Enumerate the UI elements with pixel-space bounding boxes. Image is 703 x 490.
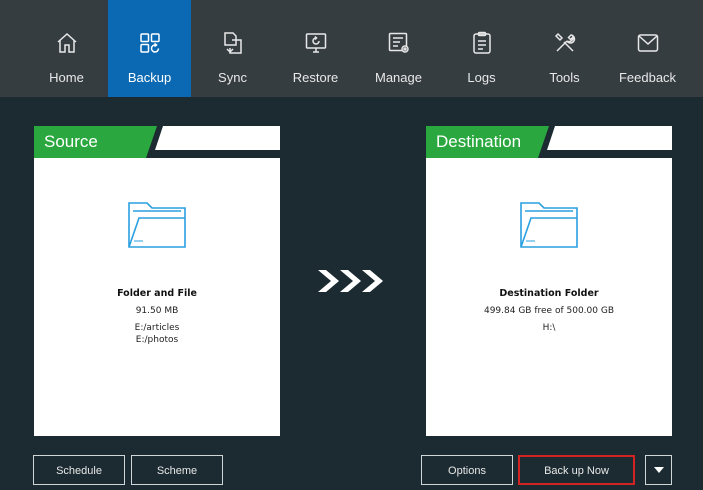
source-path: E:/articles: [134, 323, 180, 333]
backup-dropdown-button[interactable]: [645, 455, 672, 485]
tools-icon: [554, 32, 575, 52]
nav-sync-label: Sync: [218, 70, 247, 85]
schedule-button[interactable]: Schedule: [33, 455, 125, 485]
nav-manage-label: Manage: [375, 70, 422, 85]
folder-icon: [128, 202, 186, 248]
nav-restore[interactable]: Restore: [274, 0, 357, 97]
nav-logs-label: Logs: [467, 70, 496, 85]
logs-icon: [472, 31, 491, 54]
home-icon: [57, 32, 76, 53]
arrow-right-icon: [318, 270, 383, 292]
nav-feedback[interactable]: Feedback: [606, 0, 689, 97]
source-header: Source: [34, 126, 280, 158]
nav-sync[interactable]: Sync: [191, 0, 274, 97]
nav-manage[interactable]: Manage: [357, 0, 440, 97]
scheme-button[interactable]: Scheme: [131, 455, 223, 485]
caret-down-icon: [653, 467, 664, 474]
source-path: E:/photos: [135, 335, 179, 345]
nav-backup-label: Backup: [127, 70, 172, 85]
nav-home[interactable]: Home: [25, 0, 108, 97]
nav-tools-label: Tools: [549, 70, 580, 85]
source-panel[interactable]: Source Folder and File 91.50 MB E:/artic…: [34, 126, 280, 436]
options-button[interactable]: Options: [421, 455, 513, 485]
destination-header-label: Destination: [436, 132, 522, 151]
top-nav-bar: Home Backup Sync Restore Manage Logs Too…: [0, 0, 703, 97]
nav-restore-label: Restore: [292, 70, 339, 85]
nav-feedback-label: Feedback: [618, 70, 677, 85]
back-up-now-button[interactable]: Back up Now: [518, 455, 635, 485]
nav-tools[interactable]: Tools: [523, 0, 606, 97]
destination-header: Destination: [426, 126, 672, 158]
folder-icon: [520, 202, 578, 248]
restore-icon: [305, 33, 326, 53]
source-header-label: Source: [44, 132, 98, 151]
destination-path: H:\: [542, 323, 556, 333]
sync-icon: [223, 32, 242, 54]
source-size: 91.50 MB: [135, 306, 179, 316]
manage-icon: [388, 32, 409, 53]
feedback-icon: [637, 34, 658, 52]
nav-home-label: Home: [49, 70, 84, 85]
nav-backup[interactable]: Backup: [108, 0, 191, 97]
destination-free-space: 499.84 GB free of 500.00 GB: [483, 306, 614, 316]
source-title: Folder and File: [117, 288, 197, 299]
nav-logs[interactable]: Logs: [440, 0, 523, 97]
backup-icon: [139, 33, 160, 53]
destination-title: Destination Folder: [499, 288, 599, 299]
destination-panel[interactable]: Destination Destination Folder 499.84 GB…: [426, 126, 672, 436]
